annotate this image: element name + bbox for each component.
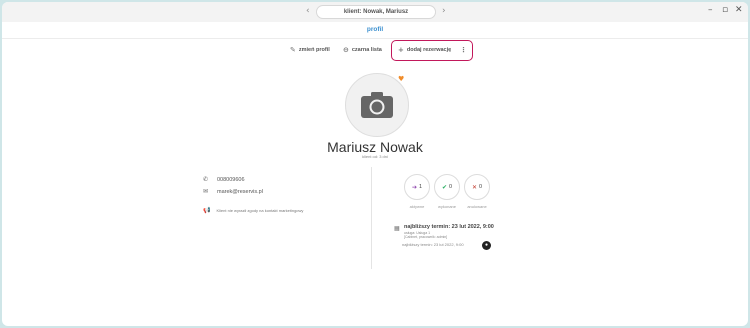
edit-profile-button[interactable]: ✎ zmień profil: [290, 46, 330, 54]
next-term-title: najbliższy termin: 23 lut 2022, 9:00: [404, 224, 494, 230]
favorite-heart-icon[interactable]: ♥: [398, 75, 404, 83]
email-row[interactable]: ✉ marek@reservis.pl: [203, 188, 263, 195]
minimize-icon[interactable]: –: [708, 5, 713, 15]
phone-value: 008009606: [217, 176, 245, 183]
marketing-note: Klient nie wyraził zgody na kontakt mark…: [216, 208, 304, 213]
client-name: Mariusz Nowak: [327, 139, 423, 155]
page-title: profil: [366, 26, 384, 33]
stat-cancelled-label: anulowane: [467, 204, 487, 209]
more-icon: ⋮: [460, 46, 467, 54]
marketing-consent: 📢 Klient nie wyraził zgody na kontakt ma…: [203, 207, 303, 214]
window-address: klient: Nowak, Mariusz: [316, 5, 436, 19]
app-window: ‹ klient: Nowak, Mariusz › – ▫ ✕ profil …: [2, 2, 748, 326]
pencil-icon: ✎: [290, 46, 296, 54]
header-divider: [2, 38, 748, 39]
blacklist-icon: ⊖: [343, 46, 349, 54]
check-icon: ✔: [441, 183, 447, 191]
x-icon: ✕: [471, 183, 477, 191]
edit-profile-label: zmień profil: [298, 47, 330, 53]
stat-completed-label: wykonane: [437, 204, 456, 209]
stat-completed[interactable]: ✔ 0: [434, 174, 460, 200]
back-icon[interactable]: ‹: [306, 6, 310, 16]
stat-cancelled-count: 0: [478, 184, 483, 190]
stat-cancelled[interactable]: ✕ 0: [464, 174, 490, 200]
calendar-icon: ▦: [394, 225, 400, 232]
forward-icon[interactable]: ›: [442, 6, 446, 16]
email-value: marek@reservis.pl: [217, 188, 263, 195]
add-reservation-button[interactable]: + dodaj rezerwację: [398, 46, 451, 54]
maximize-icon[interactable]: ▫: [722, 5, 728, 15]
blacklist-label: czarna lista: [351, 47, 382, 53]
megaphone-icon: 📢: [203, 207, 211, 214]
title-bar: ‹ klient: Nowak, Mariusz › – ▫ ✕: [2, 2, 748, 22]
stat-active-label: aktywne: [409, 204, 425, 209]
phone-row[interactable]: ✆ 008009606: [203, 176, 245, 183]
email-icon: ✉: [203, 188, 209, 195]
stat-completed-count: 0: [448, 184, 453, 190]
arrow-right-icon: ➔: [411, 183, 417, 191]
next-term-detail: [Cabinet, pracownik: admin]: [404, 235, 448, 239]
camera-icon: [361, 92, 393, 118]
plus-icon: +: [398, 46, 404, 54]
stat-active-count: 1: [418, 184, 423, 190]
info-dot-icon[interactable]: ●: [482, 241, 491, 250]
stat-active[interactable]: ➔ 1: [404, 174, 430, 200]
more-options-button[interactable]: ⋮: [460, 46, 467, 54]
content-divider: [371, 167, 372, 269]
blacklist-button[interactable]: ⊖ czarna lista: [343, 46, 382, 54]
add-reservation-label: dodaj rezerwację: [406, 47, 452, 53]
phone-icon: ✆: [203, 176, 209, 183]
close-icon[interactable]: ✕: [735, 5, 743, 15]
last-visit: najbliższy termin: 23 lut 2022, 9:00: [402, 242, 464, 247]
client-since: klient od: 3 dni: [362, 154, 388, 159]
